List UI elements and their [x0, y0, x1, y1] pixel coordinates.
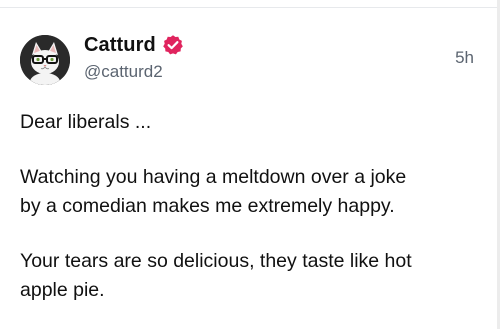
- post-text-line: by a comedian makes me extremely happy.: [20, 195, 395, 217]
- author-name-row: Catturd: [84, 32, 184, 58]
- post-timestamp[interactable]: 5h: [455, 48, 474, 68]
- cat-avatar-icon: [20, 35, 70, 85]
- post-text-line: Your tears are so delicious, they taste …: [20, 250, 412, 272]
- verified-badge-icon: [162, 34, 184, 56]
- author-display-name[interactable]: Catturd: [84, 34, 156, 57]
- post-body: Dear liberals ... Watching you having a …: [20, 108, 490, 305]
- post-paragraph: Watching you having a meltdown over a jo…: [20, 163, 490, 221]
- post-text-line: Dear liberals ...: [20, 111, 152, 133]
- post-paragraph: Your tears are so delicious, they taste …: [20, 247, 490, 305]
- post-text-line: Watching you having a meltdown over a jo…: [20, 166, 407, 188]
- avatar[interactable]: [20, 35, 70, 85]
- divider: [0, 7, 500, 8]
- post-text-line: apple pie.: [20, 279, 105, 301]
- author-handle[interactable]: @catturd2: [84, 62, 163, 82]
- post-card[interactable]: Catturd @catturd2 5h Dear liberals ... W…: [0, 0, 500, 329]
